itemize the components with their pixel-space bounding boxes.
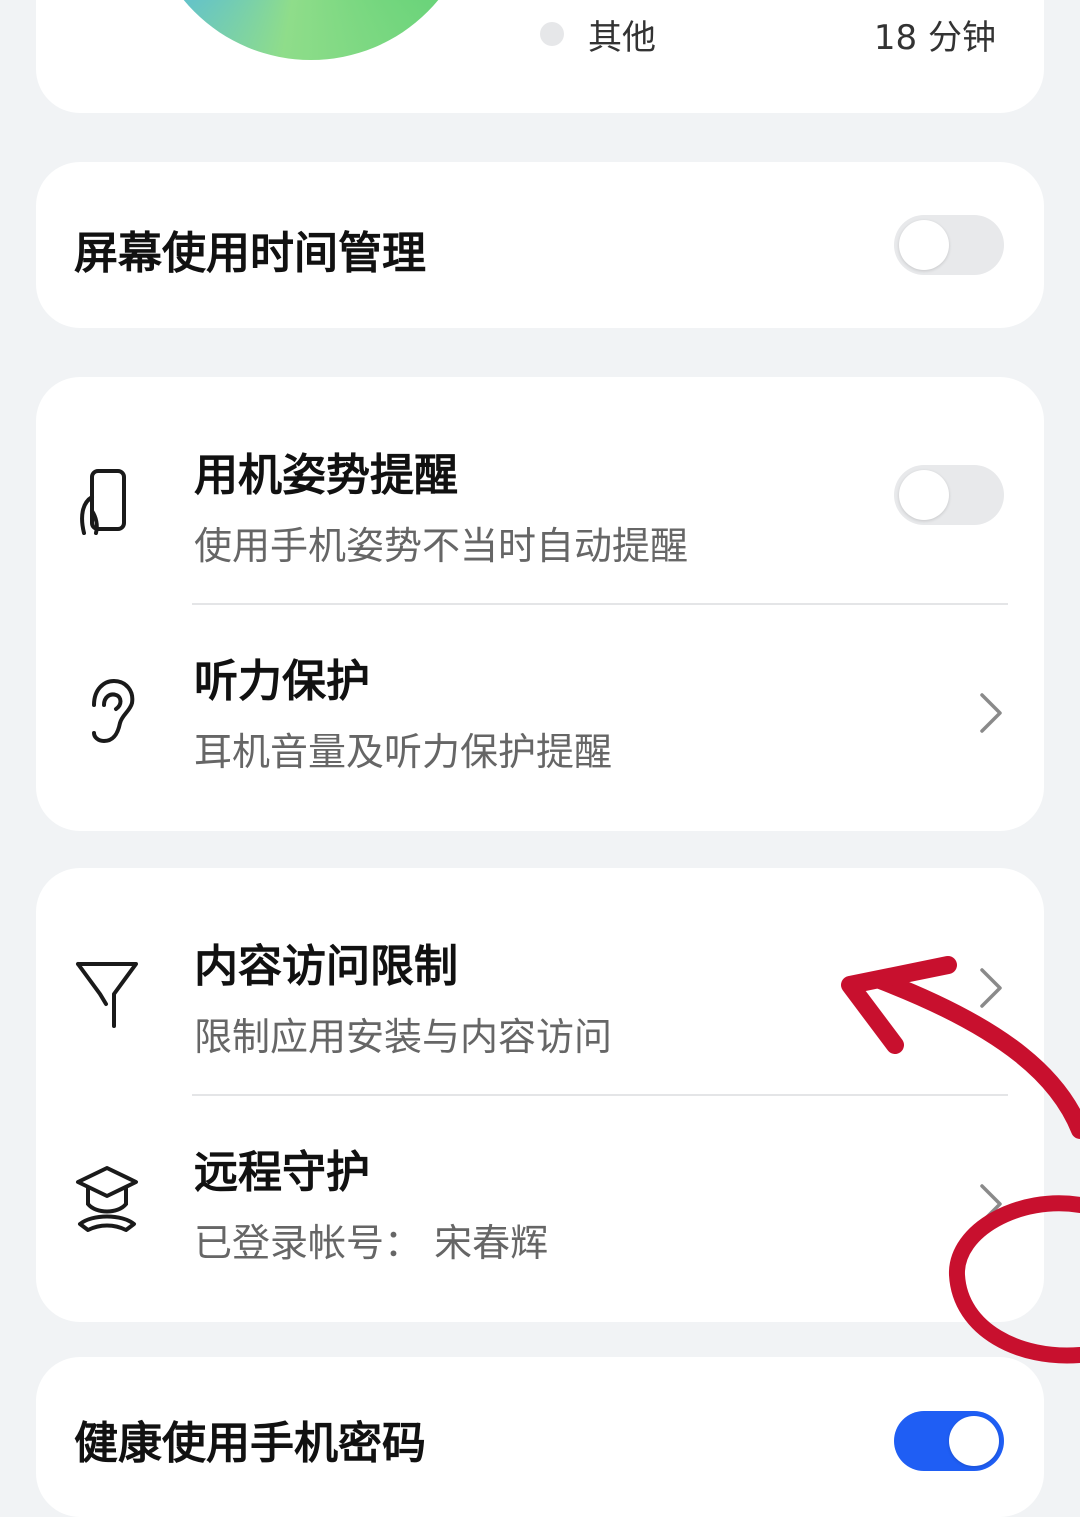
- graduation-cap-icon: [76, 1166, 138, 1232]
- posture-toggle[interactable]: [894, 465, 1004, 525]
- healthy-password-toggle[interactable]: [894, 1411, 1004, 1471]
- hearing-subtitle: 耳机音量及听力保护提醒: [194, 730, 613, 774]
- healthy-password-card[interactable]: 健康使用手机密码: [36, 1357, 1044, 1517]
- remote-guard-subtitle: 已登录帐号： 宋春辉: [194, 1221, 549, 1265]
- remote-guard-title: 远程守护: [194, 1147, 370, 1198]
- chevron-right-icon: [980, 1184, 1002, 1224]
- legend-dot-other: [540, 22, 564, 46]
- usage-donut-chart: [146, 0, 476, 60]
- hearing-title: 听力保护: [194, 656, 370, 707]
- hearing-protection-row[interactable]: 听力保护 耳机音量及听力保护提醒: [36, 605, 1044, 821]
- content-restriction-subtitle: 限制应用安装与内容访问: [194, 1015, 613, 1059]
- content-card: 内容访问限制 限制应用安装与内容访问 远程守护 已登录帐号： 宋春辉: [36, 868, 1044, 1322]
- phone-hand-icon: [80, 469, 126, 535]
- toggle-knob: [899, 220, 949, 270]
- posture-title: 用机姿势提醒: [194, 450, 458, 501]
- screen-time-card[interactable]: 屏幕使用时间管理: [36, 162, 1044, 328]
- chevron-right-icon: [980, 968, 1002, 1008]
- usage-summary-card: 其他 18 分钟: [36, 0, 1044, 113]
- health-card: 用机姿势提醒 使用手机姿势不当时自动提醒 听力保护 耳机音量及听力保护提醒: [36, 377, 1044, 831]
- remote-guard-row[interactable]: 远程守护 已登录帐号： 宋春辉: [36, 1096, 1044, 1312]
- legend-label-other: 其他: [588, 18, 656, 58]
- screen-time-title: 屏幕使用时间管理: [74, 228, 426, 279]
- toggle-knob: [899, 470, 949, 520]
- healthy-password-title: 健康使用手机密码: [74, 1418, 426, 1469]
- ear-icon: [92, 678, 135, 744]
- screen-time-toggle[interactable]: [894, 215, 1004, 275]
- content-restriction-title: 内容访问限制: [194, 941, 458, 992]
- posture-reminder-row[interactable]: 用机姿势提醒 使用手机姿势不当时自动提醒: [36, 387, 1044, 603]
- legend-value-other: 18 分钟: [873, 18, 996, 58]
- toggle-knob: [949, 1416, 999, 1466]
- posture-subtitle: 使用手机姿势不当时自动提醒: [194, 524, 689, 568]
- content-restriction-row[interactable]: 内容访问限制 限制应用安装与内容访问: [36, 878, 1044, 1094]
- chevron-right-icon: [980, 693, 1002, 733]
- filter-icon: [76, 962, 138, 1028]
